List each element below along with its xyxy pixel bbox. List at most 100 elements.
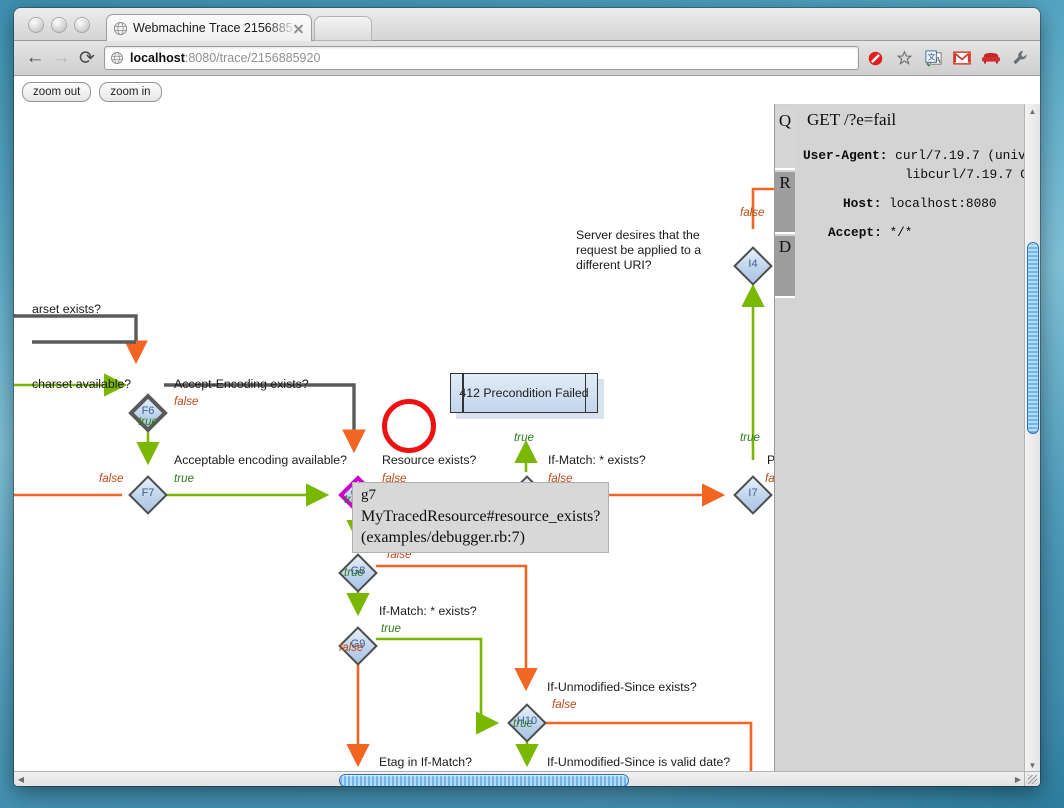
edge-label-text: If-Match: * exists? (379, 604, 477, 618)
node-G8[interactable]: G8 (338, 553, 378, 593)
resize-grip[interactable] (1024, 771, 1040, 786)
close-button[interactable] (28, 17, 44, 33)
address-bar[interactable]: localhost:8080/trace/2156885920 (104, 46, 859, 70)
globe-icon (111, 52, 123, 64)
vertical-scrollbar[interactable]: ▲ ▼ (1024, 104, 1040, 772)
node-label: I4 (748, 258, 758, 270)
header-user-agent: User-Agent: curl/7.19.7 (univer (803, 146, 1040, 165)
trace-request-details: GET /?e=fail User-Agent: curl/7.19.7 (un… (797, 104, 1040, 772)
edge-label-text: charset available? (32, 377, 132, 391)
horizontal-scrollbar[interactable]: ◀ ▶ (14, 771, 1025, 786)
scroll-up-arrow-icon[interactable]: ▲ (1025, 104, 1040, 118)
edge-label-text: arset exists? (32, 302, 102, 316)
edge-condition-true: true (514, 431, 534, 444)
url-host: localhost (130, 51, 185, 65)
edge-label-text: Resource exists? (382, 453, 477, 467)
translate-icon[interactable]: A文 (923, 48, 943, 68)
edge-label-text: Acceptable encoding available? (174, 453, 347, 467)
node-label: I7 (748, 487, 758, 499)
zoom-out-button[interactable]: zoom out (22, 82, 92, 102)
url-text: localhost:8080/trace/2156885920 (130, 51, 320, 65)
edge-condition-false: false (552, 698, 577, 711)
request-line: GET /?e=fail (807, 110, 897, 129)
tooltip-node-id: g7 (361, 487, 376, 503)
browser-tab[interactable]: Webmachine Trace 2156885 (106, 14, 312, 41)
diagram-note: Server desires that the request be appli… (576, 228, 702, 272)
globe-icon (113, 21, 128, 35)
tooltip-source: (examples/debugger.rb:7) (361, 529, 525, 546)
zoom-button[interactable] (74, 17, 90, 33)
scroll-right-arrow-icon[interactable]: ▶ (1011, 772, 1025, 786)
node-F7[interactable]: F7 (128, 475, 168, 515)
edge-label-text: If-Match: * exists? (548, 453, 646, 467)
header-accept: Accept: */* (803, 223, 1037, 242)
node-label: G8 (350, 565, 366, 577)
edge-condition-true: true (174, 472, 194, 485)
edge-label-text: PU (767, 453, 774, 467)
edge-condition-false: false (174, 395, 199, 408)
webmachine-flow-diagram[interactable]: F6 F7 G7 G8 G9 (14, 104, 774, 772)
bookmark-star-icon[interactable] (894, 48, 914, 68)
node-tooltip: g7 MyTracedResource#resource_exists? (ex… (352, 482, 610, 553)
forward-arrow-icon[interactable]: → (48, 45, 74, 71)
box-body: 412 Precondition Failed (450, 373, 598, 413)
wrench-menu-icon[interactable] (1010, 48, 1030, 68)
page-content: zoom out zoom in F6 F7 G8 G9 H10 I4 I7 4… (14, 76, 1040, 786)
header-name: Host: (843, 196, 882, 211)
horizontal-scrollbar-thumb[interactable] (339, 774, 629, 786)
trace-tab-decisions[interactable]: D (775, 236, 795, 298)
vertical-scrollbar-thumb[interactable] (1027, 242, 1039, 434)
response-412-box[interactable]: 412 Precondition Failed (450, 373, 604, 419)
svg-text:A: A (934, 54, 941, 64)
edge-label-text: If-Unmodified-Since exists? (547, 680, 697, 694)
edge-condition-false: false (740, 206, 765, 219)
gmail-icon[interactable] (952, 48, 972, 68)
edge-condition-true: true (740, 431, 760, 444)
edge-label-text: Accept-Encoding exists? (174, 377, 309, 391)
browser-toolbar: ← → ⟳ localhost:8080/trace/2156885920 A文 (14, 41, 1040, 76)
svg-text:文: 文 (927, 51, 935, 61)
browser-window: Webmachine Trace 2156885 ← → ⟳ localhost… (14, 8, 1040, 786)
header-user-agent-cont: libcurl/7.19.7 Open (803, 165, 1040, 184)
tab-title: Webmachine Trace 2156885 (133, 21, 292, 35)
url-path: :8080/trace/2156885920 (184, 51, 321, 65)
header-value: curl/7.19.7 (univer (895, 148, 1040, 163)
window-controls (28, 17, 90, 33)
trace-tab-strip: Q R D (775, 104, 795, 772)
response-412-label: 412 Precondition Failed (459, 386, 589, 400)
close-icon[interactable] (292, 22, 305, 35)
edge-label-text: If-Unmodified-Since is valid date? (547, 755, 731, 769)
popup-blocked-icon[interactable] (865, 48, 885, 68)
zoom-in-button[interactable]: zoom in (99, 82, 162, 102)
toolbar-icons: A文 (865, 48, 1032, 68)
header-name: User-Agent: (803, 148, 888, 163)
breakpoint-marker-icon[interactable] (382, 399, 436, 453)
scroll-left-arrow-icon[interactable]: ◀ (14, 772, 28, 786)
node-label: G9 (350, 638, 366, 650)
tooltip-method: MyTracedResource#resource_exists? (361, 508, 601, 525)
node-H10[interactable]: H10 (507, 703, 547, 743)
header-value: libcurl/7.19.7 Open (905, 167, 1040, 182)
node-G9[interactable]: G9 (338, 626, 378, 666)
header-name: Accept: (828, 225, 882, 240)
trace-detail-panel: Q R D GET /?e=fail User-Agent: curl/7.19… (774, 104, 1040, 772)
edge-condition-true: true (381, 622, 401, 635)
header-value: localhost:8080 (889, 196, 997, 211)
node-label: F7 (141, 487, 155, 499)
zoom-controls: zoom out zoom in (14, 76, 1040, 104)
node-label: F6 (141, 405, 155, 417)
scroll-down-arrow-icon[interactable]: ▼ (1025, 758, 1040, 772)
edge-label-text: Etag in If-Match? (379, 755, 472, 769)
trace-tab-response[interactable]: R (775, 172, 795, 234)
minimize-button[interactable] (51, 17, 67, 33)
header-value: */* (889, 225, 913, 240)
couch-extension-icon[interactable] (981, 48, 1001, 68)
edge-condition-false: fal (765, 472, 774, 485)
reload-icon[interactable]: ⟳ (74, 45, 100, 71)
edge-condition-false: false (99, 472, 124, 485)
new-tab-button[interactable] (314, 16, 372, 42)
back-arrow-icon[interactable]: ← (22, 45, 48, 71)
header-host: Host: localhost:8080 (803, 194, 1037, 213)
trace-tab-request[interactable]: Q (775, 110, 795, 170)
node-label: H10 (516, 715, 538, 727)
